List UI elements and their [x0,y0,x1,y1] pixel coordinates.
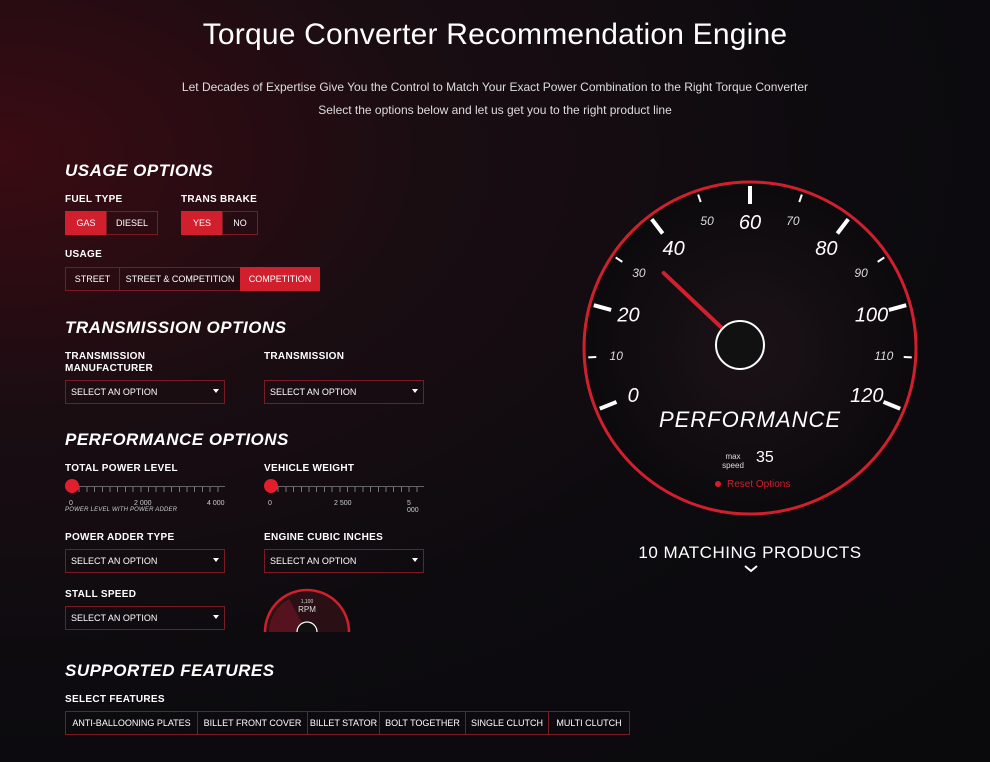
transmission-manufacturer-label-line2: MANUFACTURER [65,363,154,374]
fuel-type-label: FUEL TYPE [65,194,123,205]
stall-speed-value: SELECT AN OPTION [71,613,158,623]
usage-street-competition-button[interactable]: STREET & COMPETITION [119,267,240,291]
feature-billet-stator-button[interactable]: BILLET STATOR [307,711,379,735]
caret-down-icon [412,558,418,562]
reset-options-button[interactable]: Reset Options [715,479,790,490]
gauge-major-label: 100 [855,305,888,327]
gauge-minor-label: 30 [632,266,646,280]
gauge-minor-label: 70 [786,214,800,228]
slider-tick-label: 0 [268,500,272,507]
slider-tick-label: 5 000 [407,500,419,514]
page-subtitle: Let Decades of Expertise Give You the Co… [181,80,809,94]
gauge-major-label: 60 [739,212,761,234]
feature-anti-ballooning-button[interactable]: ANTI-BALLOONING PLATES [65,711,197,735]
max-speed-label-2: speed [722,461,744,470]
usage-street-button[interactable]: STREET [65,267,119,291]
reset-dot-icon [715,481,721,487]
transmission-manufacturer-label-line1: TRANSMISSION [65,351,146,362]
caret-down-icon [213,615,219,619]
rpm-mini-gauge: 1,100 RPM [263,588,351,632]
max-speed-value: 35 [756,449,774,466]
gauge-major-label: 20 [616,305,639,327]
caret-down-icon [213,558,219,562]
rpm-label: RPM [298,605,316,614]
slider-tick-label: 0 [69,500,73,507]
stall-speed-label: STALL SPEED [65,589,137,600]
trans-brake-yes-button[interactable]: YES [181,211,222,235]
transmission-manufacturer-select[interactable]: SELECT AN OPTION [65,380,225,404]
transmission-select[interactable]: SELECT AN OPTION [264,380,424,404]
slider-tick-label: 2 500 [334,500,352,507]
caret-down-icon [213,389,219,393]
transmission-value: SELECT AN OPTION [270,387,357,397]
fuel-diesel-button[interactable]: DIESEL [106,211,158,235]
matching-products-count[interactable]: 10 MATCHING PRODUCTS [600,543,900,563]
engine-cubic-label: ENGINE CUBIC INCHES [264,532,384,543]
performance-options-heading: PERFORMANCE OPTIONS [65,430,289,449]
slider-ticks [270,487,424,492]
power-adder-select[interactable]: SELECT AN OPTION [65,549,225,573]
gauge-major-label: 40 [662,238,684,260]
caret-down-icon [412,389,418,393]
usage-competition-button[interactable]: COMPETITION [240,267,320,291]
gauge-major-label: 0 [628,385,639,407]
usage-options-heading: USAGE OPTIONS [65,161,214,180]
gauge-minor-label: 90 [854,266,868,280]
feature-multi-clutch-button[interactable]: MULTI CLUTCH [548,711,630,735]
usage-label: USAGE [65,249,103,260]
usage-toggle: STREET STREET & COMPETITION COMPETITION [65,267,320,291]
slider-handle[interactable] [65,479,79,493]
vehicle-weight-slider[interactable]: 0 2 500 5 000 [264,478,424,514]
transmission-options-heading: TRANSMISSION OPTIONS [65,318,287,337]
feature-bolt-together-button[interactable]: BOLT TOGETHER [379,711,465,735]
performance-gauge: 0 20 40 60 80 100 120 10 30 50 70 90 110 PERFORMANCE… [582,180,918,516]
page-instructions: Select the options below and let us get … [318,103,672,117]
page-title: Torque Converter Recommendation Engine [202,18,788,51]
slider-handle[interactable] [264,479,278,493]
trans-brake-label: TRANS BRAKE [181,194,258,205]
gauge-minor-label: 10 [610,349,624,363]
fuel-gas-button[interactable]: GAS [65,211,106,235]
power-adder-value: SELECT AN OPTION [71,556,158,566]
vehicle-weight-label: VEHICLE WEIGHT [264,463,355,474]
fuel-type-toggle: GAS DIESEL [65,211,158,235]
power-level-note: POWER LEVEL WITH POWER ADDER [65,507,178,513]
feature-billet-front-cover-button[interactable]: BILLET FRONT COVER [197,711,307,735]
gauge-title: PERFORMANCE [659,407,841,432]
trans-brake-toggle: YES NO [181,211,258,235]
slider-tick-label: 2 000 [134,500,152,507]
power-adder-label: POWER ADDER TYPE [65,532,175,543]
transmission-label: TRANSMISSION [264,351,345,362]
engine-cubic-value: SELECT AN OPTION [270,556,357,566]
gauge-major-label: 120 [850,385,883,407]
transmission-manufacturer-label: TRANSMISSION MANUFACTURER [65,351,153,375]
features-toggle-group: ANTI-BALLOONING PLATES BILLET FRONT COVE… [65,711,630,735]
max-speed-label-1: max [725,452,740,461]
reset-options-label: Reset Options [727,479,790,490]
trans-brake-no-button[interactable]: NO [222,211,258,235]
slider-tick-label: 4 000 [207,500,225,507]
slider-ticks [71,487,225,492]
stall-speed-select[interactable]: SELECT AN OPTION [65,606,225,630]
feature-single-clutch-button[interactable]: SINGLE CLUTCH [465,711,548,735]
transmission-manufacturer-value: SELECT AN OPTION [71,387,158,397]
total-power-slider[interactable]: 0 2 000 4 000 [65,478,225,508]
supported-features-heading: SUPPORTED FEATURES [65,661,275,680]
gauge-major-label: 80 [815,238,837,260]
engine-cubic-select[interactable]: SELECT AN OPTION [264,549,424,573]
chevron-down-icon[interactable] [744,565,758,573]
gauge-hub [715,320,765,370]
gauge-minor-label: 110 [874,349,893,363]
gauge-minor-label: 50 [700,214,714,228]
total-power-label: TOTAL POWER LEVEL [65,463,178,474]
select-features-label: SELECT FEATURES [65,694,165,705]
